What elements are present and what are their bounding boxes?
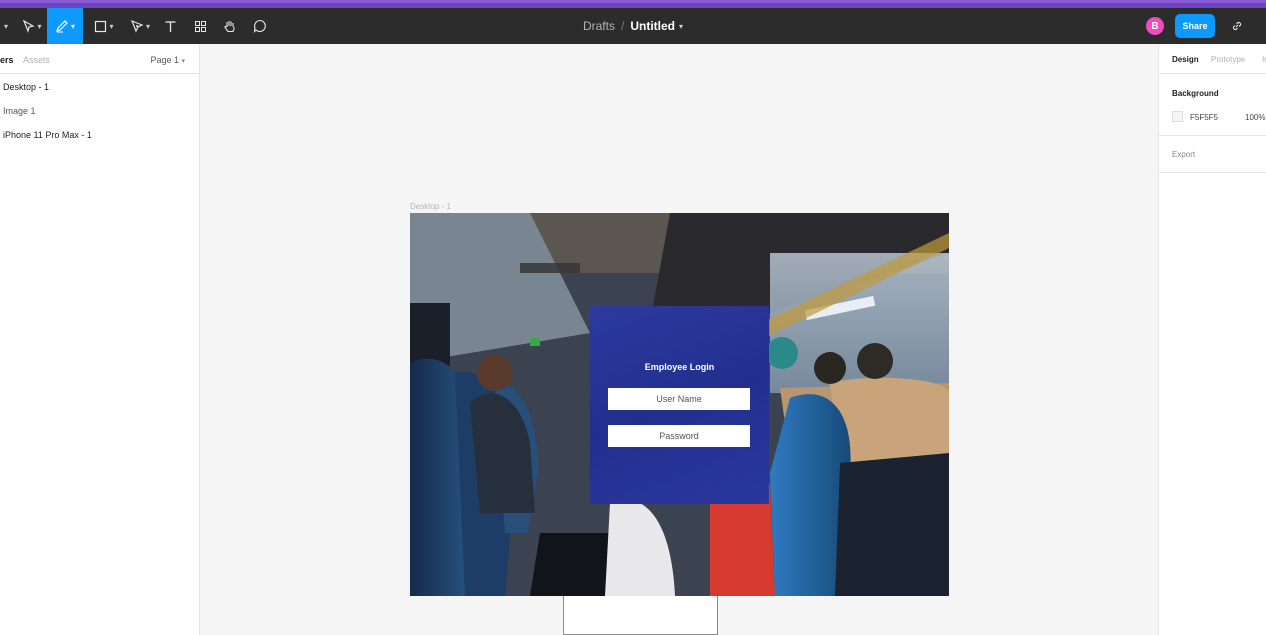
frame-label[interactable]: Desktop - 1 [410, 202, 451, 211]
vector-tool[interactable]: ▾ [126, 8, 154, 44]
tab-inspect[interactable]: In [1262, 55, 1266, 64]
layer-image-1[interactable]: Image 1 [3, 106, 36, 116]
background-hex-value[interactable]: F5F5F5 [1190, 113, 1218, 122]
tab-assets[interactable]: Assets [23, 55, 50, 65]
vector-icon [130, 19, 144, 33]
text-icon [165, 20, 175, 32]
hand-tool[interactable] [220, 8, 240, 44]
breadcrumb-drafts[interactable]: Drafts [583, 19, 615, 33]
layer-desktop-1[interactable]: Desktop - 1 [3, 82, 49, 92]
chevron-down-icon[interactable]: ▾ [679, 22, 683, 31]
components-icon [194, 20, 206, 32]
tab-prototype[interactable]: Prototype [1211, 55, 1245, 64]
link-icon [1232, 21, 1242, 31]
breadcrumb-separator: / [620, 19, 625, 33]
chevron-down-icon: ▾ [70, 21, 75, 31]
design-panel: Design Prototype In Background F5F5F5 10… [1158, 44, 1266, 635]
login-card: Employee Login User Name Password [590, 306, 769, 504]
move-icon [23, 19, 36, 33]
page-select-label: Page 1 [150, 55, 179, 65]
file-title[interactable]: Untitled [630, 19, 675, 33]
background-opacity-value[interactable]: 100% [1245, 113, 1265, 122]
section-divider [1159, 172, 1266, 173]
tab-layers[interactable]: ers [0, 55, 14, 65]
background-section-title: Background [1172, 89, 1219, 98]
share-button[interactable]: Share [1175, 14, 1215, 38]
main-menu-caret[interactable]: ▾ [0, 8, 10, 44]
avatar[interactable]: B [1146, 17, 1164, 35]
copy-link-button[interactable] [1228, 17, 1246, 35]
pen-tool[interactable]: ▾ [47, 8, 83, 44]
pen-icon [56, 20, 68, 33]
top-accent-strip [0, 0, 1266, 8]
chevron-down-icon: ▾ [37, 21, 42, 31]
frame-icon [95, 20, 107, 32]
hand-icon [224, 21, 235, 33]
comment-icon [253, 19, 266, 33]
tab-design[interactable]: Design [1172, 55, 1199, 64]
chevron-down-icon: ▾ [145, 21, 150, 31]
background-color-swatch[interactable] [1172, 111, 1183, 122]
layers-panel-tabs: ers Assets Page 1 ▾ [0, 44, 199, 74]
chevron-down-icon: ▾ [181, 58, 185, 65]
chevron-down-icon: ▾ [109, 21, 114, 31]
layer-iphone-11-pro-max-1[interactable]: iPhone 11 Pro Max - 1 [3, 130, 92, 140]
components-tool[interactable] [190, 8, 210, 44]
login-title: Employee Login [644, 362, 715, 372]
iphone-frame[interactable] [563, 596, 718, 635]
design-panel-tabs: Design Prototype In [1159, 44, 1266, 74]
section-divider [1159, 135, 1266, 136]
move-tool[interactable]: ▾ [18, 8, 46, 44]
comment-tool[interactable] [250, 8, 270, 44]
password-field[interactable]: Password [608, 425, 750, 447]
export-section-title[interactable]: Export [1172, 150, 1195, 159]
toolbar: ▾ ▾ ▾ ▾ ▾ Drafts / Untitled ▾ B Share [0, 8, 1266, 44]
page-select[interactable]: Page 1 ▾ [150, 55, 185, 65]
text-tool[interactable] [160, 8, 180, 44]
layers-panel: ers Assets Page 1 ▾ Desktop - 1 Image 1 … [0, 44, 200, 635]
frame-tool[interactable]: ▾ [90, 8, 118, 44]
username-field[interactable]: User Name [608, 388, 750, 410]
